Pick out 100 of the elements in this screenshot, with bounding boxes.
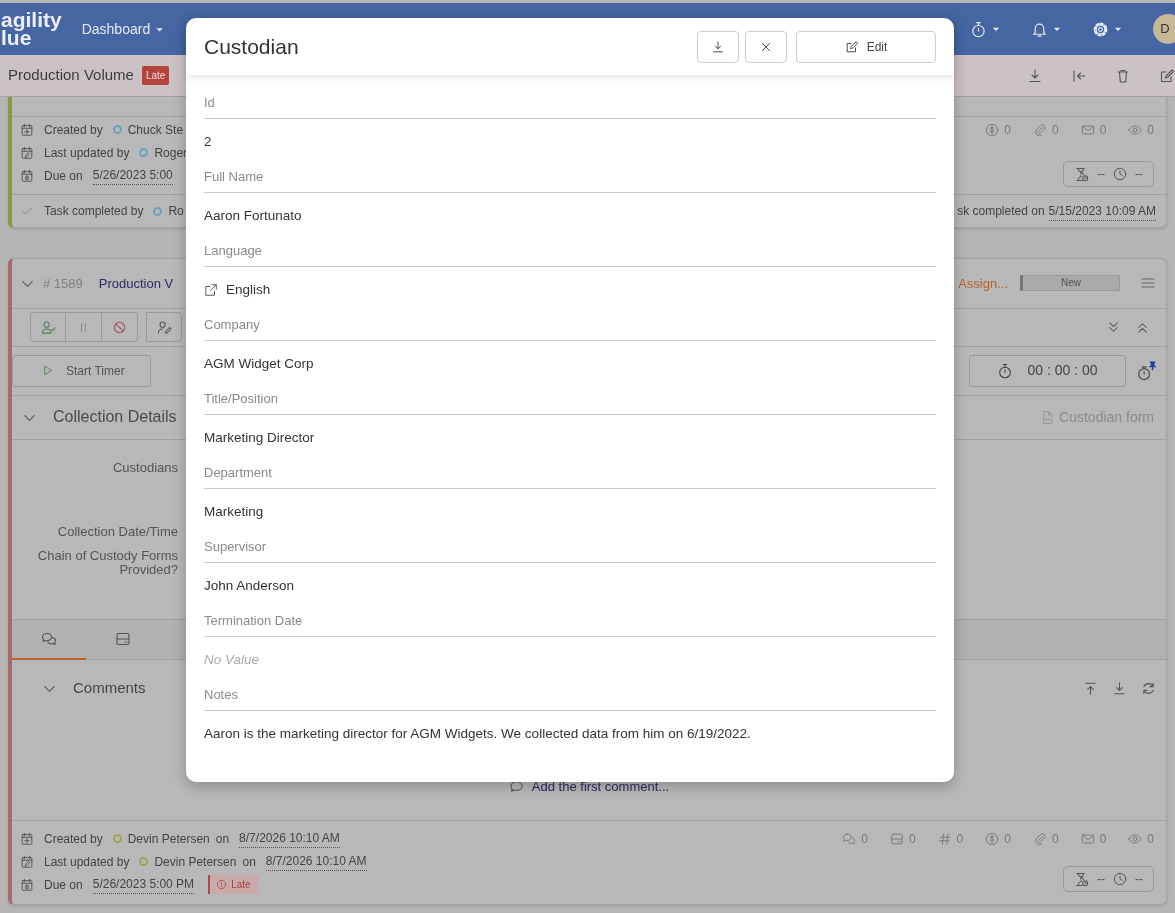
person-name: Chuck Ste xyxy=(127,121,184,139)
field-value: No Value xyxy=(204,650,260,669)
download-button[interactable] xyxy=(697,30,739,63)
field-label: Company xyxy=(204,312,936,341)
task-number: # 1589 xyxy=(43,274,83,293)
date-text: 5/15/2023 10:09 AM xyxy=(1048,201,1156,221)
time-value: -- xyxy=(1097,166,1105,183)
person-name: Ro xyxy=(168,203,184,220)
user-edit-button[interactable] xyxy=(146,312,182,343)
eye-icon xyxy=(1128,122,1143,137)
audit-label: on xyxy=(242,853,256,871)
mail-icon xyxy=(1080,122,1095,137)
time-value: -- xyxy=(1135,871,1143,889)
hourglass-clock-icon xyxy=(1074,166,1089,182)
download-button[interactable] xyxy=(1027,67,1043,84)
stopwatch-icon xyxy=(970,20,987,38)
hourglass-clock-icon xyxy=(1074,871,1089,887)
counter-value: 0 xyxy=(1099,121,1107,139)
section-title: Collection Details xyxy=(53,407,177,428)
audit-label: on xyxy=(215,830,230,848)
speech-bubble-icon xyxy=(508,779,524,795)
dashboard-menu[interactable]: Dashboard xyxy=(81,18,166,40)
counter-value: 0 xyxy=(1004,830,1011,848)
play-icon xyxy=(41,364,54,378)
field-value: AGM Widget Corp xyxy=(204,354,314,373)
field-label: Termination Date xyxy=(204,608,936,637)
late-badge: Late xyxy=(208,875,259,895)
field-label: Collection Date/Time xyxy=(56,525,178,540)
calendar-pencil-icon xyxy=(20,854,34,869)
person-name: Devin Petersen xyxy=(127,830,210,848)
user-check-button[interactable] xyxy=(30,312,66,343)
audit-label: Created by xyxy=(44,121,103,139)
field-label: Id xyxy=(204,90,936,119)
chat-bubbles-icon xyxy=(41,630,57,647)
counter-value: 0 xyxy=(908,830,916,848)
counter-value: 0 xyxy=(861,830,868,848)
field-label: Supervisor xyxy=(204,534,936,563)
audit-label: Created by xyxy=(44,830,103,848)
counter-value: 0 xyxy=(1004,121,1011,139)
field-label: Language xyxy=(204,238,936,267)
field-value: Aaron is the marketing director for AGM Widgets. We collected data from him on 6/19/2022. xyxy=(204,724,751,743)
field-value: John Anderson xyxy=(204,576,295,595)
download-icon[interactable] xyxy=(1112,680,1127,696)
user-edit-icon xyxy=(156,319,172,335)
clock-icon xyxy=(1113,872,1127,887)
calendar-plus-icon xyxy=(20,122,34,137)
upload-icon[interactable] xyxy=(1083,680,1098,696)
clock-icon xyxy=(1113,167,1127,181)
field-label: Chain of Custody Forms Provided? xyxy=(36,549,178,578)
field-label: Title/Position xyxy=(204,386,936,415)
download-icon xyxy=(711,39,725,54)
block-button[interactable] xyxy=(102,312,138,343)
page-title: Production Volume xyxy=(8,65,134,86)
card-icon xyxy=(889,831,904,846)
trash-icon xyxy=(1115,67,1131,84)
late-badge: Late xyxy=(141,66,170,85)
double-chevron-down-icon[interactable] xyxy=(1106,319,1121,335)
counter-value: 0 xyxy=(1147,121,1154,139)
counter-value: 0 xyxy=(1051,121,1059,139)
alert-icon xyxy=(216,879,228,891)
audit-label: Task completed by xyxy=(44,203,144,220)
edit-button[interactable] xyxy=(1159,67,1175,84)
date-text: 5/26/2023 5:00 xyxy=(92,166,173,185)
field-value: Marketing Director xyxy=(204,428,315,447)
mail-icon xyxy=(1080,831,1095,846)
field-value: Marketing xyxy=(204,502,264,521)
person-name: Devin Petersen xyxy=(154,853,237,871)
field-label: Notes xyxy=(204,682,936,711)
settings-menu[interactable] xyxy=(1092,20,1123,38)
person-name: Roger xyxy=(154,144,188,162)
field-value: 2 xyxy=(204,132,212,151)
dialog-title: Custodian xyxy=(204,33,299,60)
time-value: -- xyxy=(1135,166,1143,183)
status-bar: New xyxy=(1020,275,1120,292)
language-link[interactable]: English xyxy=(204,271,271,308)
audit-label: Due on xyxy=(44,167,83,185)
date-text: 8/7/2026 10:10 AM xyxy=(265,852,367,872)
download-icon xyxy=(1027,67,1043,84)
external-link-icon xyxy=(204,282,218,297)
refresh-icon[interactable] xyxy=(1141,680,1156,696)
calendar-plus-icon xyxy=(20,831,34,846)
chat-bubbles-icon xyxy=(842,831,857,846)
counter-value: 0 xyxy=(1147,830,1154,848)
task-title: Production V xyxy=(98,274,174,293)
field-label: Custodians xyxy=(111,461,178,476)
calendar-pencil-icon xyxy=(20,145,34,160)
dollar-coin-icon xyxy=(985,122,1000,137)
paperclip-icon xyxy=(1032,831,1047,846)
time-value: -- xyxy=(1097,871,1105,889)
pinned-stopwatch-icon[interactable] xyxy=(1136,360,1156,381)
paperclip-icon xyxy=(1032,122,1047,137)
avatar[interactable]: D xyxy=(1153,14,1175,44)
user-check-icon xyxy=(40,319,56,335)
edit-button[interactable]: Edit xyxy=(796,30,936,63)
stopwatch-menu[interactable] xyxy=(970,20,1001,38)
edit-icon xyxy=(1159,67,1175,84)
section-title: Comments xyxy=(73,677,146,698)
start-timer-button[interactable]: Start Timer xyxy=(12,354,151,387)
settings-icon xyxy=(1092,20,1109,38)
trash-button[interactable] xyxy=(1115,67,1131,84)
